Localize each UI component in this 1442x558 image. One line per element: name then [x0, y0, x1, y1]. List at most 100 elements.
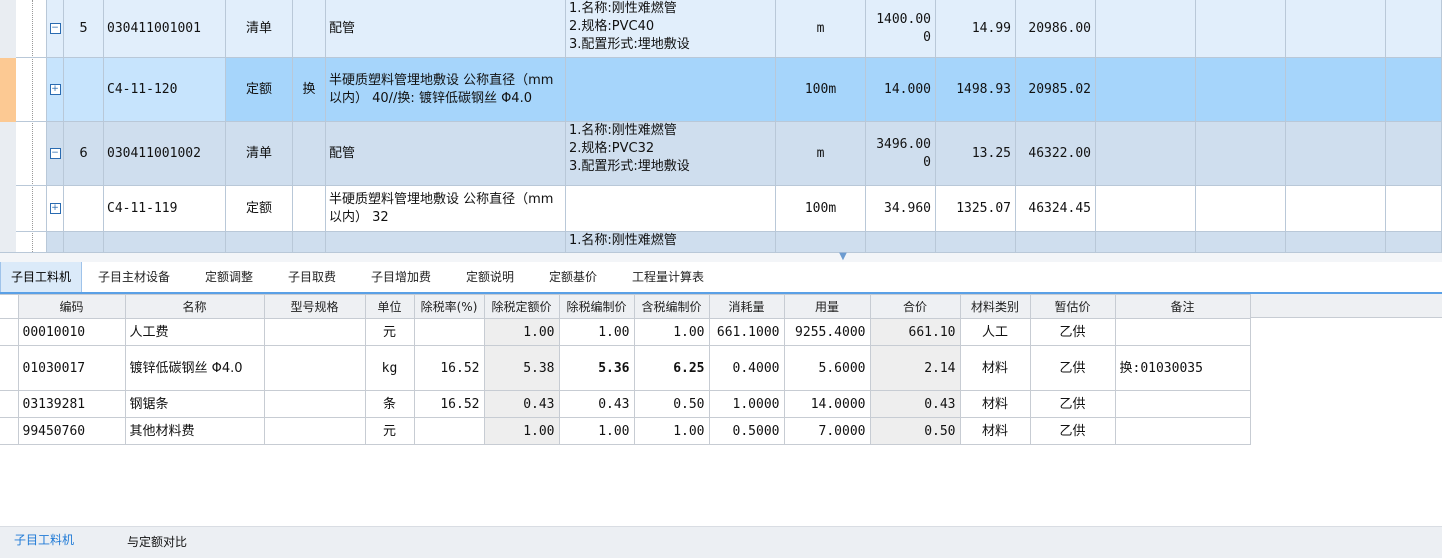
chevron-down-icon[interactable]: ▼: [836, 252, 850, 262]
cell-name[interactable]: 其他材料费: [124, 417, 265, 445]
cell-code[interactable]: 03139281: [17, 390, 126, 418]
cell-usage[interactable]: 9255.4000: [783, 318, 871, 346]
cell-provisional[interactable]: 乙供: [1029, 318, 1116, 346]
cell-quota-price[interactable]: 0.43: [483, 390, 560, 418]
table-row[interactable]: 01030017 镀锌低碳钢丝 Φ4.0 kg 16.52 5.38 5.36 6.25 0.…: [0, 345, 1251, 391]
cell-name[interactable]: 人工费: [124, 318, 265, 346]
cell-category[interactable]: 材料: [959, 390, 1031, 418]
cell-remark[interactable]: 换:01030035: [1114, 345, 1251, 391]
cell-remark[interactable]: [1114, 417, 1251, 445]
row-indicator[interactable]: [0, 0, 16, 59]
tab-quota-adjustment[interactable]: 定额调整: [205, 262, 253, 292]
cell-total[interactable]: 661.10: [869, 318, 961, 346]
cell-remark[interactable]: [1114, 390, 1251, 418]
grid-row[interactable]: + C4-11-119 定额 半硬质塑料管埋地敷设 公称直径（mm以内） 32 100m…: [16, 186, 1442, 232]
cell-compiled-price[interactable]: 0.43: [558, 390, 635, 418]
cell-tax-rate[interactable]: [413, 318, 485, 346]
expand-icon[interactable]: +: [49, 203, 61, 214]
cell-compiled-price[interactable]: 1.00: [558, 417, 635, 445]
cell-tax-rate[interactable]: [413, 417, 485, 445]
header-compiled-price[interactable]: 除税编制价: [558, 294, 635, 319]
row-header[interactable]: [0, 345, 19, 391]
cell-consumption[interactable]: 0.4000: [708, 345, 785, 391]
cell-usage[interactable]: 7.0000: [783, 417, 871, 445]
cell-name[interactable]: 镀锌低碳钢丝 Φ4.0: [124, 345, 265, 391]
row-indicator-selected[interactable]: [0, 58, 16, 123]
cell-total[interactable]: 2.14: [869, 345, 961, 391]
cell-name[interactable]: 钢锯条: [124, 390, 265, 418]
expand-icon[interactable]: +: [49, 84, 61, 95]
cell-spec[interactable]: [263, 318, 366, 346]
table-row[interactable]: 99450760 其他材料费元 1.00 1.00 1.00 0.5000 7.0000 0.…: [0, 417, 1251, 445]
cell-taxed-price[interactable]: 0.50: [633, 390, 710, 418]
table-row[interactable]: 00010010 人工费元 1.00 1.00 1.00 661.1000 9255.400…: [0, 318, 1251, 346]
cell-compiled-price[interactable]: 5.36: [558, 345, 635, 391]
cell-provisional[interactable]: 乙供: [1029, 417, 1116, 445]
header-total[interactable]: 合价: [869, 294, 961, 319]
cell-consumption[interactable]: 661.1000: [708, 318, 785, 346]
cell-provisional[interactable]: 乙供: [1029, 390, 1116, 418]
collapse-icon[interactable]: −: [49, 148, 61, 159]
tab-fee[interactable]: 子目取费: [288, 262, 336, 292]
header-unit[interactable]: 单位: [364, 294, 415, 319]
cell-total[interactable]: 0.43: [869, 390, 961, 418]
cell-unit[interactable]: kg: [364, 345, 415, 391]
cell-quota-price[interactable]: 5.38: [483, 345, 560, 391]
cell-provisional[interactable]: 乙供: [1029, 345, 1116, 391]
tab-additional-fee[interactable]: 子目增加费: [371, 262, 431, 292]
header-consumption[interactable]: 消耗量: [708, 294, 785, 319]
cell-remark[interactable]: [1114, 318, 1251, 346]
cell-total[interactable]: 0.50: [869, 417, 961, 445]
tab-quantity-calculation[interactable]: 工程量计算表: [632, 262, 704, 292]
cell-category[interactable]: 材料: [959, 417, 1031, 445]
grid-row[interactable]: − 5 030411001001 清单 配管 1.名称:刚性难燃管 2.规格:PVC40 …: [16, 0, 1442, 58]
cell-usage[interactable]: 5.6000: [783, 345, 871, 391]
cell-taxed-price[interactable]: 1.00: [633, 417, 710, 445]
grid-row-selected[interactable]: + C4-11-120 定额 换半硬质塑料管埋地敷设 公称直径（mm以内） 40//换…: [16, 58, 1442, 122]
cell-taxed-price[interactable]: 6.25: [633, 345, 710, 391]
collapse-icon[interactable]: −: [49, 23, 61, 34]
cell-unit[interactable]: 元: [364, 417, 415, 445]
cell-usage[interactable]: 14.0000: [783, 390, 871, 418]
cell-spec[interactable]: [263, 390, 366, 418]
cell-tax-rate[interactable]: 16.52: [413, 345, 485, 391]
row-header[interactable]: [0, 417, 19, 445]
cell-quota-price[interactable]: 1.00: [483, 318, 560, 346]
grid-row[interactable]: − 6 030411001002 清单 配管 1.名称:刚性难燃管 2.规格:PVC32 …: [16, 122, 1442, 186]
header-remark[interactable]: 备注: [1114, 294, 1251, 319]
header-code[interactable]: 编码: [17, 294, 126, 319]
cell-taxed-price[interactable]: 1.00: [633, 318, 710, 346]
header-name[interactable]: 名称: [124, 294, 265, 319]
cell-code[interactable]: 01030017: [17, 345, 126, 391]
tab-labor-material-machine[interactable]: 子目工料机: [0, 262, 82, 292]
footer-tab-compare-quota[interactable]: 与定额对比: [127, 527, 187, 557]
cell-consumption[interactable]: 1.0000: [708, 390, 785, 418]
footer-tab-labor-material-machine[interactable]: 子目工料机: [14, 527, 74, 557]
table-row[interactable]: 03139281 钢锯条条 16.52 0.43 0.43 0.50 1.0000 14.00…: [0, 390, 1251, 418]
cell-code[interactable]: 00010010: [17, 318, 126, 346]
header-quota-price[interactable]: 除税定额价: [483, 294, 560, 319]
row-header[interactable]: [0, 318, 19, 346]
cell-compiled-price[interactable]: 1.00: [558, 318, 635, 346]
header-tax-rate[interactable]: 除税率(%): [413, 294, 485, 319]
row-indicator[interactable]: [0, 122, 16, 187]
row-indicator[interactable]: [0, 186, 16, 233]
header-provisional[interactable]: 暂估价: [1029, 294, 1116, 319]
cell-code[interactable]: 99450760: [17, 417, 126, 445]
cell-category[interactable]: 人工: [959, 318, 1031, 346]
cell-spec[interactable]: [263, 417, 366, 445]
tab-main-material-equipment[interactable]: 子目主材设备: [98, 262, 170, 292]
cell-tax-rate[interactable]: 16.52: [413, 390, 485, 418]
cell-consumption[interactable]: 0.5000: [708, 417, 785, 445]
header-category[interactable]: 材料类别: [959, 294, 1031, 319]
row-indicator[interactable]: [0, 232, 16, 252]
cell-spec[interactable]: [263, 345, 366, 391]
tab-quota-base-price[interactable]: 定额基价: [549, 262, 597, 292]
tab-quota-description[interactable]: 定额说明: [466, 262, 514, 292]
row-header[interactable]: [0, 390, 19, 418]
cell-unit[interactable]: 元: [364, 318, 415, 346]
header-usage[interactable]: 用量: [783, 294, 871, 319]
header-spec[interactable]: 型号规格: [263, 294, 366, 319]
cell-quota-price[interactable]: 1.00: [483, 417, 560, 445]
cell-category[interactable]: 材料: [959, 345, 1031, 391]
